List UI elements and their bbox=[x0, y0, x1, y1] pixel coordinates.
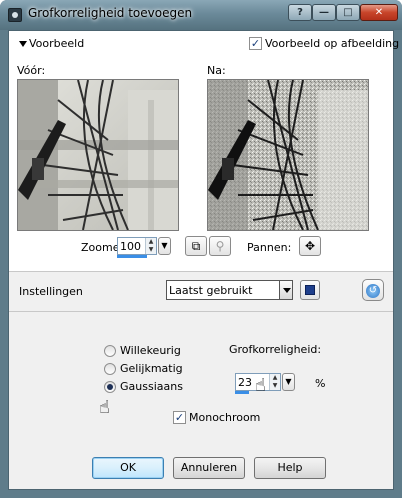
grain-spinner[interactable]: ▲ ▼ bbox=[269, 374, 280, 390]
dialog-window: Grofkorreligheid toevoegen ? — □ ✕ Voorb… bbox=[0, 0, 402, 498]
close-icon: ✕ bbox=[374, 7, 384, 18]
preview-toggle-label[interactable]: Voorbeeld bbox=[29, 37, 84, 50]
before-label: Vóór: bbox=[17, 64, 46, 77]
reset-button[interactable]: ↺ bbox=[362, 279, 384, 301]
maximize-icon: □ bbox=[343, 7, 353, 18]
pan-button[interactable]: ✥ bbox=[299, 236, 321, 256]
zoom-spinner[interactable]: ▲ ▼ bbox=[145, 238, 156, 254]
collapse-triangle-icon[interactable] bbox=[19, 41, 27, 47]
grain-value: 23 bbox=[238, 376, 252, 389]
save-preset-button[interactable] bbox=[300, 280, 320, 300]
dialog-body: Voorbeeld ✓ Voorbeeld op afbeelding Vóór… bbox=[8, 30, 399, 490]
preset-value: Laatst gebruikt bbox=[169, 284, 253, 297]
pan-label: Pannen: bbox=[247, 241, 292, 254]
after-label: Na: bbox=[207, 64, 226, 77]
before-preview-image[interactable] bbox=[17, 79, 179, 231]
radio-willekeurig-label: Willekeurig bbox=[120, 344, 181, 357]
question-icon: ? bbox=[297, 7, 303, 18]
hand-cursor-icon: ☝ bbox=[255, 375, 266, 396]
divider bbox=[9, 271, 393, 272]
floppy-disk-icon bbox=[305, 285, 315, 295]
maximize-button[interactable]: □ bbox=[336, 4, 360, 21]
zoom-to-fit-button[interactable]: ⧉ bbox=[185, 236, 207, 256]
radio-gelijkmatig-label: Gelijkmatig bbox=[120, 362, 183, 375]
help-title-button[interactable]: ? bbox=[288, 4, 312, 21]
grain-dropdown-button[interactable]: ▼ bbox=[282, 373, 295, 391]
title-bar[interactable]: Grofkorreligheid toevoegen ? — □ ✕ bbox=[0, 0, 402, 30]
preset-dropdown-arrow[interactable] bbox=[279, 280, 293, 300]
monochrome-label: Monochroom bbox=[189, 411, 261, 424]
close-button[interactable]: ✕ bbox=[360, 4, 398, 21]
zoom-magnifier-button[interactable]: ⚲ bbox=[209, 236, 231, 256]
zoom-input[interactable]: 100 ▲ ▼ bbox=[117, 237, 157, 255]
minimize-icon: — bbox=[319, 7, 329, 18]
grain-label: Grofkorreligheid: bbox=[229, 343, 322, 356]
after-preview-image[interactable] bbox=[207, 79, 369, 231]
radio-gaussiaans[interactable] bbox=[104, 381, 116, 393]
reset-arrow-icon: ↺ bbox=[366, 284, 380, 298]
magnifier-icon: ⚲ bbox=[215, 239, 225, 253]
before-ferris-wheel-image bbox=[18, 80, 178, 230]
zoom-value: 100 bbox=[120, 240, 141, 253]
monochrome-checkbox[interactable]: ✓ bbox=[173, 411, 186, 424]
down-arrow-icon: ▼ bbox=[272, 382, 278, 389]
preset-select[interactable]: Laatst gebruikt bbox=[166, 280, 293, 300]
zoom-dropdown-button[interactable]: ▼ bbox=[158, 237, 171, 255]
ok-button[interactable]: OK bbox=[92, 457, 164, 479]
zoom-slider-indicator bbox=[117, 255, 147, 258]
radio-gelijkmatig[interactable] bbox=[104, 363, 116, 375]
minimize-button[interactable]: — bbox=[312, 4, 336, 21]
preview-on-image-checkbox[interactable]: ✓ bbox=[249, 37, 262, 50]
grain-unit: % bbox=[315, 377, 326, 390]
preview-on-image-label: Voorbeeld op afbeelding bbox=[265, 37, 400, 50]
window-title: Grofkorreligheid toevoegen bbox=[28, 6, 193, 20]
help-button[interactable]: Help bbox=[254, 457, 326, 479]
app-icon bbox=[8, 8, 22, 22]
cancel-button[interactable]: Annuleren bbox=[173, 457, 245, 479]
down-arrow-icon: ▼ bbox=[148, 246, 154, 253]
radio-gaussiaans-label: Gaussiaans bbox=[120, 380, 183, 393]
after-ferris-wheel-image bbox=[208, 80, 368, 230]
divider-2 bbox=[9, 311, 393, 312]
up-arrow-icon: ▲ bbox=[148, 238, 154, 245]
hand-cursor-icon: ☝ bbox=[99, 397, 110, 418]
radio-willekeurig[interactable] bbox=[104, 345, 116, 357]
settings-label: Instellingen bbox=[19, 285, 83, 298]
zoom-fit-icon: ⧉ bbox=[191, 239, 201, 253]
grain-slider-indicator bbox=[235, 391, 249, 394]
up-arrow-icon: ▲ bbox=[272, 374, 278, 381]
pan-arrows-icon: ✥ bbox=[304, 239, 316, 253]
